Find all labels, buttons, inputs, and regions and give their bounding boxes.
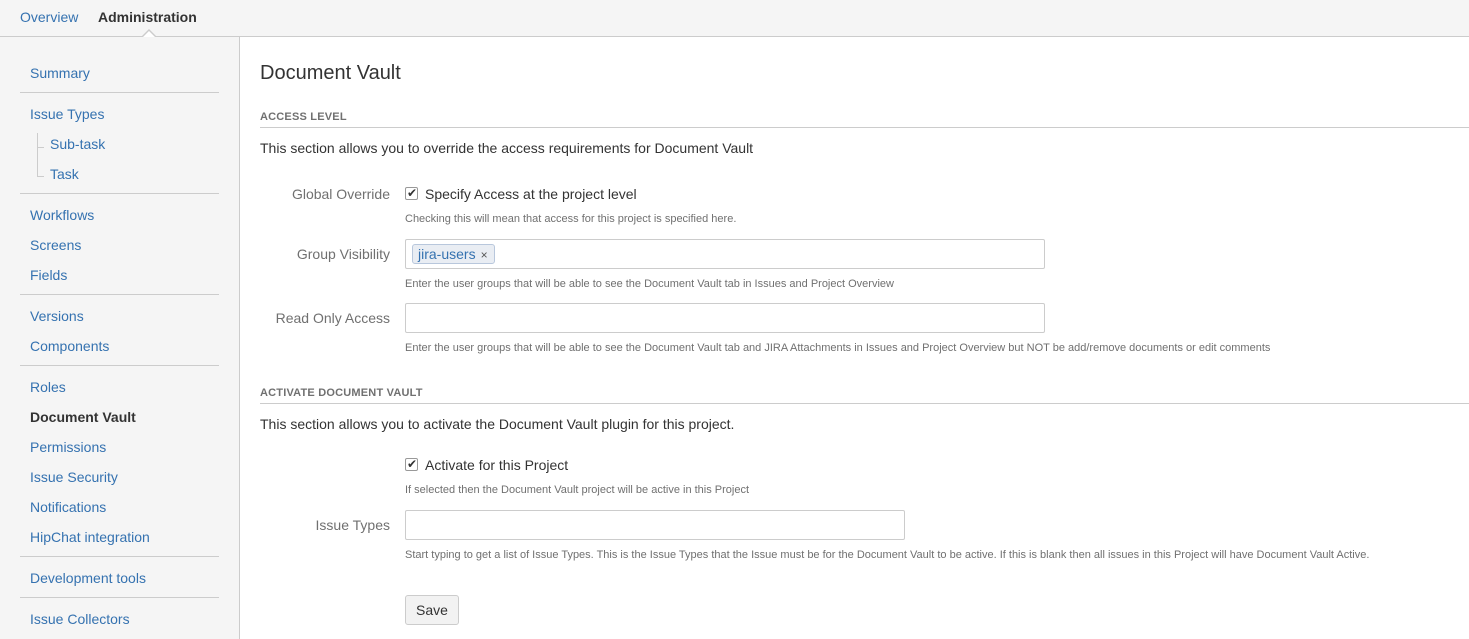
tab-administration[interactable]: Administration [98, 8, 197, 26]
tree-branch [37, 176, 44, 177]
page-title: Document Vault [260, 62, 401, 84]
sidebar-item-permissions[interactable]: Permissions [30, 438, 106, 456]
sidebar-item-fields[interactable]: Fields [30, 266, 67, 284]
group-visibility-label: Group Visibility [296, 246, 390, 262]
read-only-access-input[interactable] [405, 303, 1045, 333]
checkmark-icon: ✔ [407, 186, 418, 200]
sidebar-divider [20, 193, 219, 194]
read-only-access-label: Read Only Access [275, 310, 390, 326]
group-visibility-help: Enter the user groups that will be able … [405, 278, 894, 290]
issue-types-help: Start typing to get a list of Issue Type… [405, 549, 1370, 561]
sidebar-item-development-tools[interactable]: Development tools [30, 569, 146, 587]
admin-sidebar: Summary Issue Types Sub-task Task Workfl… [0, 37, 240, 639]
section-heading-activate: ACTIVATE DOCUMENT VAULT [260, 387, 423, 399]
sidebar-item-task[interactable]: Task [50, 165, 79, 183]
activate-project-checkbox-label[interactable]: Activate for this Project [425, 456, 568, 474]
main-content: Document Vault ACCESS LEVEL This section… [241, 37, 1469, 639]
sidebar-item-versions[interactable]: Versions [30, 307, 84, 325]
sidebar-divider [20, 597, 219, 598]
section-description: This section allows you to override the … [260, 140, 754, 156]
sidebar-item-issue-types[interactable]: Issue Types [30, 105, 104, 123]
group-token: jira-users × [412, 244, 495, 264]
issue-types-label: Issue Types [315, 517, 390, 533]
activate-project-help: If selected then the Document Vault proj… [405, 484, 750, 496]
sidebar-item-roles[interactable]: Roles [30, 378, 66, 396]
global-override-help: Checking this will mean that access for … [405, 213, 737, 225]
checkmark-icon: ✔ [407, 457, 418, 471]
remove-token-icon[interactable]: × [481, 248, 488, 262]
section-divider [260, 403, 1469, 404]
section-description: This section allows you to activate the … [260, 416, 735, 432]
sidebar-item-workflows[interactable]: Workflows [30, 206, 94, 224]
sidebar-item-notifications[interactable]: Notifications [30, 498, 106, 516]
sidebar-item-sub-task[interactable]: Sub-task [50, 135, 105, 153]
sidebar-item-summary[interactable]: Summary [30, 64, 90, 82]
global-override-label: Global Override [291, 186, 390, 202]
sidebar-item-hipchat-integration[interactable]: HipChat integration [30, 528, 150, 546]
tree-branch [37, 147, 44, 148]
sidebar-item-issue-collectors[interactable]: Issue Collectors [30, 610, 130, 628]
sidebar-divider [20, 294, 219, 295]
group-visibility-input[interactable]: jira-users × [405, 239, 1045, 269]
global-override-checkbox[interactable]: ✔ [405, 186, 418, 200]
tab-overview[interactable]: Overview [20, 8, 78, 26]
sidebar-item-issue-security[interactable]: Issue Security [30, 468, 118, 486]
section-heading-access-level: ACCESS LEVEL [260, 111, 347, 123]
project-tabs-bar: Overview Administration [0, 0, 1469, 38]
section-divider [260, 127, 1469, 128]
activate-project-checkbox[interactable]: ✔ [405, 457, 418, 471]
issue-types-input[interactable] [405, 510, 905, 540]
sidebar-divider [20, 92, 219, 93]
sidebar-item-document-vault[interactable]: Document Vault [30, 408, 136, 426]
global-override-checkbox-label[interactable]: Specify Access at the project level [425, 185, 637, 203]
sidebar-divider [20, 556, 219, 557]
read-only-access-help: Enter the user groups that will be able … [405, 342, 1271, 354]
sidebar-item-screens[interactable]: Screens [30, 236, 81, 254]
tree-line [37, 133, 38, 176]
sidebar-divider [20, 365, 219, 366]
save-button[interactable]: Save [405, 595, 459, 625]
sidebar-item-components[interactable]: Components [30, 337, 109, 355]
group-token-label: jira-users [418, 246, 476, 262]
